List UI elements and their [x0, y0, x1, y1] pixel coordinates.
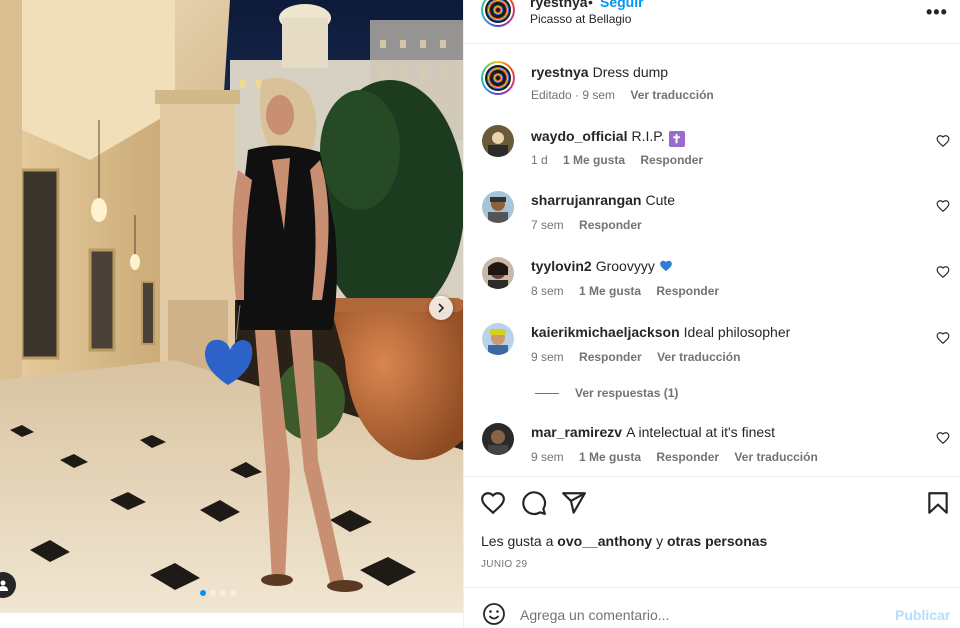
reply-button[interactable]: Responder — [656, 284, 719, 298]
like-comment-heart-icon[interactable] — [936, 265, 950, 279]
translate-link[interactable]: Ver traducción — [657, 350, 740, 364]
like-comment-heart-icon[interactable] — [936, 431, 950, 445]
comment-username[interactable]: tyylovin2 — [531, 258, 592, 274]
like-comment-heart-icon[interactable] — [936, 331, 950, 345]
separator-dot: • — [588, 0, 593, 10]
comment-composer: Publicar — [464, 587, 960, 628]
comment-text: mar_ramirezv A intelectual at it's finest — [531, 424, 775, 440]
reply-button[interactable]: Responder — [579, 218, 642, 232]
reply-button[interactable]: Responder — [579, 350, 642, 364]
comment-username[interactable]: ryestnya — [531, 64, 589, 80]
like-comment-heart-icon[interactable] — [936, 134, 950, 148]
reply-button[interactable]: Responder — [656, 450, 719, 464]
view-replies-button[interactable]: Ver respuestas (1) — [535, 386, 678, 400]
post-sidebar: ryestnya • Seguir Picasso at Bellagio ••… — [463, 0, 960, 628]
comment-text: waydo_official R.I.P. ✝ — [531, 128, 685, 147]
comment-text: sharrujanrangan Cute — [531, 192, 675, 208]
chevron-right-icon — [438, 303, 445, 313]
comment-username[interactable]: sharrujanrangan — [531, 192, 641, 208]
replies-divider — [535, 392, 559, 394]
comment-likes[interactable]: 1 Me gusta — [563, 153, 625, 167]
view-replies-label: Ver respuestas (1) — [575, 386, 679, 400]
comment-time: 9 sem — [531, 450, 564, 464]
carousel-dot — [210, 590, 216, 596]
comment-time: 1 d — [531, 153, 548, 167]
comment-body: Ideal philosopher — [683, 324, 791, 340]
comment-username[interactable]: waydo_official — [531, 128, 627, 144]
comment-time: 9 sem — [531, 350, 564, 364]
blue-heart-emoji-icon — [659, 260, 672, 272]
carousel-indicators — [200, 590, 236, 596]
comment-text: tyylovin2 Groovyyy — [531, 258, 673, 274]
commenter-avatar[interactable] — [482, 125, 514, 157]
likes-joiner: y — [656, 533, 664, 549]
comment-username[interactable]: mar_ramirezv — [531, 424, 622, 440]
comment-time: 7 sem — [531, 218, 564, 232]
photo-image — [0, 0, 463, 613]
carousel-next-button[interactable] — [429, 296, 453, 320]
translate-link[interactable]: Ver traducción — [630, 88, 713, 102]
like-heart-icon[interactable] — [480, 490, 506, 516]
comment-likes[interactable]: 1 Me gusta — [579, 284, 641, 298]
comment-bubble-icon[interactable] — [521, 490, 547, 516]
comment-username[interactable]: kaierikmichaeljackson — [531, 324, 680, 340]
bookmark-icon[interactable] — [925, 490, 951, 516]
caption-meta: Editado · 9 sem Ver traducción — [531, 88, 726, 102]
comment-time: 8 sem — [531, 284, 564, 298]
like-comment-heart-icon[interactable] — [936, 199, 950, 213]
others-link[interactable]: otras personas — [667, 533, 767, 549]
comment-body: Dress dump — [592, 64, 669, 80]
more-options-button[interactable]: ••• — [926, 2, 948, 23]
commenter-avatar[interactable] — [482, 257, 514, 289]
likes-prefix: Les gusta a — [481, 533, 554, 549]
comment-body: Groovyyy — [595, 258, 655, 274]
post-actions: Les gusta a ovo__anthony y otras persona… — [464, 476, 960, 586]
translate-link[interactable]: Ver traducción — [734, 450, 817, 464]
author-username[interactable]: ryestnya — [530, 0, 588, 10]
comment-body: A intelectual at it's finest — [626, 424, 776, 440]
reply-button[interactable]: Responder — [640, 153, 703, 167]
post-date: JUNIO 29 — [481, 559, 528, 570]
comment-meta: 7 sem Responder — [531, 218, 654, 232]
post-photo — [0, 0, 463, 613]
comment-meta: 9 sem Responder Ver traducción — [531, 350, 752, 364]
edited-time: Editado · 9 sem — [531, 88, 616, 102]
location-link[interactable]: Picasso at Bellagio — [530, 12, 631, 26]
comments-list: ryestnya Dress dump Editado · 9 sem Ver t… — [464, 45, 960, 475]
carousel-dot — [230, 590, 236, 596]
commenter-avatar[interactable] — [482, 191, 514, 223]
comment-body: R.I.P. — [631, 128, 665, 144]
post-header: ryestnya • Seguir Picasso at Bellagio ••… — [464, 0, 960, 44]
carousel-dot — [200, 590, 206, 596]
author-avatar[interactable] — [481, 0, 515, 27]
author-avatar[interactable] — [481, 61, 515, 95]
latin-cross-emoji: ✝ — [668, 131, 685, 147]
comment-meta: 1 d 1 Me gusta Responder — [531, 153, 715, 167]
comment-likes[interactable]: 1 Me gusta — [579, 450, 641, 464]
publish-button[interactable]: Publicar — [895, 607, 950, 623]
commenter-avatar[interactable] — [482, 423, 514, 455]
user-icon — [0, 580, 8, 591]
comment-body: Cute — [645, 192, 676, 208]
emoji-smile-icon[interactable] — [482, 602, 506, 626]
comment-meta: 9 sem 1 Me gusta Responder Ver traducció… — [531, 450, 830, 464]
commenter-avatar[interactable] — [482, 323, 514, 355]
caption-text: ryestnya Dress dump — [531, 64, 668, 80]
comment-meta: 8 sem 1 Me gusta Responder — [531, 284, 731, 298]
carousel-dot — [220, 590, 226, 596]
comment-text: kaierikmichaeljackson Ideal philosopher — [531, 324, 790, 340]
share-send-icon[interactable] — [561, 490, 587, 516]
comment-input[interactable] — [520, 604, 880, 626]
likes-summary: Les gusta a ovo__anthony y otras persona… — [481, 533, 767, 549]
liker-username[interactable]: ovo__anthony — [557, 533, 652, 549]
follow-button[interactable]: Seguir — [600, 0, 644, 10]
